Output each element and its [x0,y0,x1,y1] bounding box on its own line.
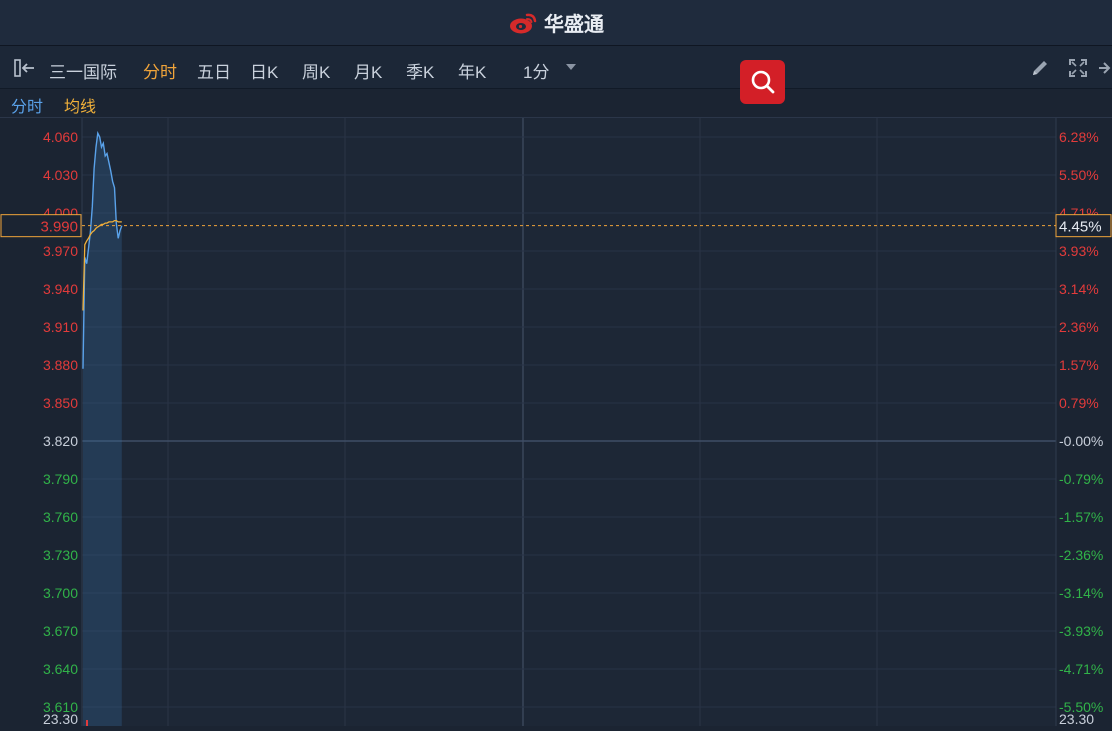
price-tick-label: 3.880 [43,357,78,373]
pct-tick-label: 3.14% [1059,281,1099,297]
price-tick-label: 3.760 [43,509,78,525]
tab-quarterly-k[interactable]: 季K [406,58,434,83]
price-tick-label: 3.640 [43,661,78,677]
pct-tick-label: -3.14% [1059,585,1103,601]
pct-tick-label: 6.28% [1059,129,1099,145]
pct-tick-label: 0.79% [1059,395,1099,411]
price-tick-label: 3.670 [43,623,78,639]
legend-average: 均线 [64,99,97,116]
current-price-label: 3.990 [40,219,78,236]
pct-tick-label: -0.79% [1059,471,1103,487]
pct-tick-label: -2.36% [1059,547,1103,563]
price-tick-label: 3.700 [43,585,78,601]
pct-tick-label: -4.71% [1059,661,1103,677]
tab-five-day[interactable]: 五日 [197,58,231,83]
arrow-right-icon[interactable] [1098,58,1112,78]
price-tick-label: 3.850 [43,395,78,411]
price-tick-label: 4.030 [43,167,78,183]
tab-yearly-k[interactable]: 年K [458,58,486,83]
tab-monthly-k[interactable]: 月K [354,58,382,83]
fullscreen-icon[interactable] [1068,58,1088,78]
price-tick-label: 3.820 [43,433,78,449]
chevron-down-icon[interactable] [566,63,576,71]
interval-select[interactable]: 1分 [523,58,549,83]
pct-tick-label: -1.57% [1059,509,1103,525]
price-tick-label: 3.730 [43,547,78,563]
brand: 华盛通 [508,8,604,37]
brand-name: 华盛通 [544,14,604,36]
plot-background [82,118,1056,726]
app-header: 华盛通 [0,0,1112,46]
pct-tick-label: 2.36% [1059,319,1099,335]
tab-intraday[interactable]: 分时 [143,58,177,83]
current-pct-label: 4.45% [1059,219,1102,236]
price-tick-label: 3.940 [43,281,78,297]
volume-axis-right-label: 23.30 [1059,711,1094,726]
stock-name[interactable]: 三一国际 [49,58,117,83]
chart-toolbar: 三一国际 分时 五日 日K 周K 月K 季K 年K 1分 [0,46,1112,89]
volume-axis-left-label: 23.30 [43,711,78,726]
weibo-logo-icon [510,13,537,33]
pct-tick-label: 5.50% [1059,167,1099,183]
price-tick-label: 3.910 [43,319,78,335]
pct-tick-label: -0.00% [1059,433,1103,449]
pencil-icon[interactable] [1030,58,1050,78]
volume-bar [86,720,88,726]
collapse-sidebar-icon[interactable] [14,59,36,77]
price-tick-label: 4.060 [43,129,78,145]
pct-tick-label: 1.57% [1059,357,1099,373]
tab-daily-k[interactable]: 日K [250,58,278,83]
pct-tick-label: -3.93% [1059,623,1103,639]
tab-weekly-k[interactable]: 周K [302,58,330,83]
legend-intraday: 分时 [11,99,44,116]
intraday-chart-svg: 4.060 6.28%4.030 5.50%4.000 4.71%3.970 3.93%… [0,118,1112,727]
price-tick-label: 3.790 [43,471,78,487]
intraday-chart: 4.060 6.28% 4.030 5.50% 4.000 4.71% 3.970 3.93%… [0,118,1112,727]
search-button[interactable] [740,60,785,104]
price-tick-label: 3.970 [43,243,78,259]
search-icon [751,70,774,94]
pct-tick-label: 3.93% [1059,243,1099,259]
legend-bar: 分时 均线 [0,89,1112,118]
